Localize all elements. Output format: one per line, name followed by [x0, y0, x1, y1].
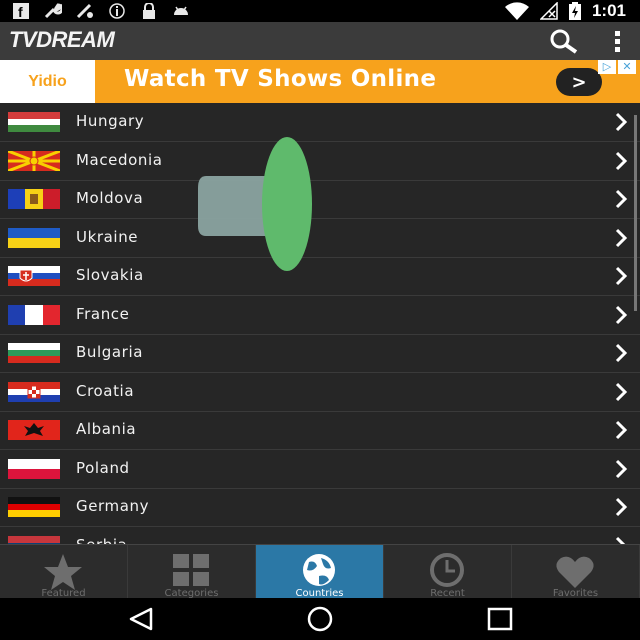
- search-button[interactable]: [546, 27, 580, 55]
- back-button[interactable]: [122, 606, 162, 632]
- flag-icon: [8, 189, 60, 209]
- ad-brand-logo: Yidio: [0, 60, 95, 103]
- chevron-right-icon: [615, 112, 628, 132]
- chevron-right-icon: [615, 151, 628, 170]
- country-name: Macedonia: [76, 150, 163, 169]
- chevron-right-icon: [615, 189, 628, 209]
- android-icon: [172, 3, 190, 19]
- battery-charging-icon: [568, 2, 581, 20]
- flag-icon: [8, 150, 60, 171]
- clock-icon: [430, 553, 464, 587]
- flag-icon: [8, 304, 60, 325]
- adchoices-icon[interactable]: ▷: [598, 60, 616, 74]
- flag-icon: [8, 343, 60, 363]
- country-name: Germany: [76, 497, 150, 515]
- facebook-icon: f: [12, 3, 30, 19]
- svg-text:f: f: [18, 4, 23, 19]
- navigation-bar: [0, 598, 640, 640]
- app-bar: TVDREAM: [0, 22, 640, 60]
- star-icon: [44, 554, 82, 590]
- search-icon: [550, 29, 578, 54]
- info-icon: [108, 3, 126, 19]
- tab-categories[interactable]: Categories: [128, 545, 256, 599]
- flag-icon: [8, 458, 60, 479]
- tab-favorites[interactable]: Favorites: [512, 545, 640, 599]
- list-scrollbar[interactable]: [634, 115, 637, 311]
- tab-recent[interactable]: Recent: [384, 545, 512, 599]
- country-row[interactable]: Slovakia: [0, 257, 640, 296]
- overflow-menu-button[interactable]: [608, 27, 628, 55]
- flag-icon: [8, 497, 60, 517]
- chevron-right-icon: [615, 305, 628, 324]
- chevron-right-icon: [615, 420, 628, 440]
- chevron-right-icon: [615, 266, 628, 286]
- chevron-right-icon: [615, 497, 628, 517]
- flag-icon: [8, 227, 60, 248]
- country-row[interactable]: Bulgaria: [0, 334, 640, 373]
- app-logo: TVDREAM: [9, 27, 115, 52]
- ad-banner[interactable]: Yidio Watch TV Shows Online: [0, 60, 640, 103]
- tab-countries[interactable]: Countries: [256, 545, 384, 599]
- country-row[interactable]: Macedonia: [0, 142, 640, 181]
- home-icon: [307, 606, 333, 632]
- country-row[interactable]: France: [0, 296, 640, 335]
- country-name: Serbia: [76, 536, 127, 545]
- country-row[interactable]: Serbia: [0, 527, 640, 545]
- country-row[interactable]: Germany: [0, 488, 640, 527]
- ad-close-icon[interactable]: ✕: [618, 60, 636, 74]
- country-row[interactable]: Albania: [0, 411, 640, 450]
- tab-featured[interactable]: Featured: [0, 545, 128, 599]
- country-row[interactable]: Moldova: [0, 180, 640, 219]
- chevron-right-icon: [615, 343, 628, 363]
- wifi-icon: [504, 2, 529, 20]
- wrench-icon: [44, 3, 62, 19]
- clock: 1:01: [591, 1, 626, 20]
- ad-brand-name: Yidio: [28, 72, 67, 90]
- status-bar: f 1:01: [0, 0, 640, 22]
- country-name: Moldova: [76, 189, 144, 207]
- country-name: Poland: [76, 458, 130, 477]
- recents-icon: [487, 607, 513, 631]
- flag-icon: [8, 266, 60, 286]
- country-name: Albania: [76, 420, 137, 438]
- country-list[interactable]: Hungary Macedonia Moldova Ukraine Slovakia Fr…: [0, 103, 640, 544]
- flag-icon: [8, 420, 60, 440]
- fave-icon: [76, 3, 94, 19]
- country-name: Ukraine: [76, 227, 139, 246]
- chevron-right-icon: [615, 459, 628, 478]
- chevron-right-icon: [615, 536, 626, 544]
- overflow-menu-icon: [615, 31, 620, 52]
- system-icons: 1:01: [504, 0, 626, 22]
- flag-icon: [8, 112, 60, 132]
- country-row[interactable]: Ukraine: [0, 219, 640, 258]
- notification-icons: f: [12, 2, 190, 20]
- ad-choices[interactable]: ▷ ✕: [598, 60, 638, 74]
- flag-icon: [8, 535, 60, 544]
- globe-icon: [303, 554, 335, 586]
- heart-icon: [556, 556, 594, 588]
- country-name: Croatia: [76, 381, 135, 400]
- ad-go-button[interactable]: >: [556, 68, 602, 96]
- chevron-right-icon: [615, 228, 628, 247]
- country-row[interactable]: Hungary: [0, 103, 640, 142]
- country-name: Slovakia: [76, 266, 144, 284]
- recents-button[interactable]: [480, 606, 520, 632]
- bottom-tab-bar: Featured Categories Countries Recent Favorit…: [0, 544, 640, 599]
- back-icon: [129, 607, 153, 631]
- country-name: France: [76, 304, 130, 323]
- grid-icon: [173, 554, 209, 586]
- country-name: Hungary: [76, 112, 145, 130]
- country-row[interactable]: Croatia: [0, 373, 640, 412]
- chevron-right-icon: [615, 382, 628, 401]
- country-row[interactable]: Poland: [0, 450, 640, 489]
- home-button[interactable]: [300, 606, 340, 632]
- no-signal-icon: [539, 2, 558, 20]
- flag-icon: [8, 381, 60, 402]
- country-name: Bulgaria: [76, 343, 144, 361]
- ad-headline: Watch TV Shows Online: [124, 66, 437, 92]
- lock-icon: [140, 3, 158, 19]
